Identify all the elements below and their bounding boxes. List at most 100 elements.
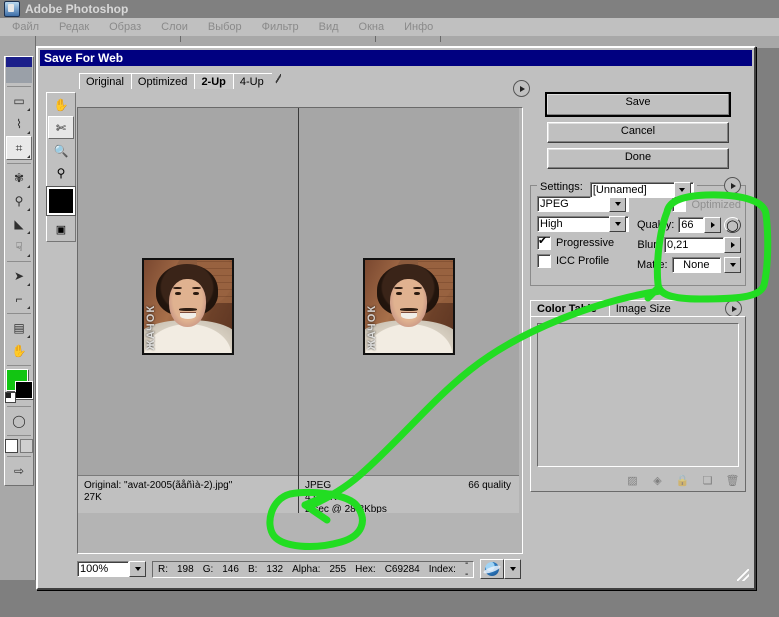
blur-slider-button[interactable] bbox=[724, 237, 741, 253]
eraser-tool[interactable]: ◣ bbox=[7, 213, 31, 235]
tab-image-size[interactable]: Image Size bbox=[608, 300, 690, 317]
tab-4up[interactable]: 4-Up bbox=[232, 73, 281, 90]
save-for-web-dialog: Save For Web Original Optimized 2-Up 4-U… bbox=[36, 46, 756, 590]
right-controls: Save Cancel Done Settings: [Unnamed] JPE… bbox=[530, 92, 746, 492]
marquee-tool[interactable]: ▭ bbox=[7, 90, 31, 112]
menu-item-file[interactable]: Файл bbox=[0, 21, 49, 33]
menu-bar: Файл Редак Образ Слои Выбор Фильтр Вид О… bbox=[0, 18, 779, 36]
clone-stamp-tool[interactable]: ⚲ bbox=[7, 190, 31, 212]
readout-r-label: R: bbox=[158, 563, 168, 575]
format-dropdown[interactable] bbox=[609, 196, 626, 212]
optimized-quality-note: 66 quality bbox=[468, 480, 511, 491]
optimized-info: JPEG 4,016K 2 sec @ 28.8Kbps 66 quality bbox=[299, 475, 519, 513]
slice-select-tool[interactable]: ✄ bbox=[48, 116, 74, 139]
done-button[interactable]: Done bbox=[547, 148, 729, 169]
preview-flyout-menu-button[interactable] bbox=[513, 80, 530, 97]
tab-optimized[interactable]: Optimized bbox=[130, 73, 205, 90]
screen-mode-full-icon[interactable] bbox=[20, 439, 33, 453]
menu-item-filter[interactable]: Фильтр bbox=[252, 21, 309, 33]
menu-item-window[interactable]: Окна bbox=[349, 21, 395, 33]
blur-tool[interactable]: ☟ bbox=[7, 236, 31, 258]
new-color-icon[interactable]: ❏ bbox=[701, 474, 714, 487]
healing-brush-tool[interactable]: ✾ bbox=[7, 167, 31, 189]
hand-tool[interactable]: ✋ bbox=[49, 94, 73, 115]
web-snap-icon[interactable]: ◈ bbox=[651, 474, 664, 487]
toggle-slices-icon[interactable]: ▣ bbox=[49, 219, 73, 239]
screen-mode-group[interactable] bbox=[5, 439, 33, 453]
color-readout: R: 198 G: 146 B: 132 Alpha: 255 Hex: C69… bbox=[152, 558, 475, 580]
menu-item-edit[interactable]: Редак bbox=[49, 21, 99, 33]
optimized-label: Optimized bbox=[691, 198, 741, 211]
readout-g-label: G: bbox=[202, 563, 214, 575]
tab-original[interactable]: Original bbox=[79, 73, 141, 90]
tab-2up[interactable]: 2-Up bbox=[194, 73, 243, 90]
photoshop-titlebar: Adobe Photoshop bbox=[0, 0, 779, 18]
pane-optimized[interactable]: ЖАЧОК JPEG 4,016K 2 sec @ 28.8Kbps 66 qu… bbox=[299, 108, 519, 513]
color-table-swatch-well[interactable] bbox=[537, 323, 739, 467]
quality-preset-dropdown[interactable] bbox=[609, 216, 626, 232]
menu-item-select[interactable]: Выбор bbox=[198, 21, 252, 33]
cancel-button[interactable]: Cancel bbox=[547, 122, 729, 143]
lasso-tool[interactable]: ⌇ bbox=[7, 113, 31, 135]
hand-tool[interactable]: ✋ bbox=[7, 340, 31, 362]
quality-mask-icon[interactable]: ◯ bbox=[724, 217, 741, 233]
resize-grip[interactable] bbox=[737, 569, 749, 581]
readout-hex-label: Hex: bbox=[355, 563, 376, 575]
settings-group: Settings: [Unnamed] JPEG High ✔ Progress… bbox=[530, 177, 746, 286]
path-selection-tool[interactable]: ➤ bbox=[7, 265, 31, 287]
icc-profile-checkbox[interactable] bbox=[537, 254, 551, 268]
menu-item-layers[interactable]: Слои bbox=[151, 21, 198, 33]
toolbox-inner: ▭ ⌇ ⌗ ✾ ⚲ ◣ ☟ ➤ ⌐ ▤ ✋ ◯ ⇨ bbox=[4, 56, 34, 486]
settings-legend: Settings: [Unnamed] bbox=[537, 179, 697, 198]
color-table-body: ▨ ◈ 🔒 ❏ 🗑 bbox=[530, 316, 746, 492]
menu-item-view[interactable]: Вид bbox=[309, 21, 349, 33]
color-table-flyout-menu-button[interactable] bbox=[725, 300, 742, 317]
photo-overlay-text: ЖАЧОК bbox=[366, 304, 378, 350]
dialog-status-bar: 100% R: 198 G: 146 B: 132 Alpha: 255 Hex… bbox=[77, 558, 522, 580]
tab-original-label: Original bbox=[86, 75, 124, 88]
pane-original[interactable]: ЖАЧОК Original: "avat-2005(ãåñìà-2).jpg"… bbox=[78, 108, 299, 513]
quality-slider-button[interactable] bbox=[704, 217, 721, 233]
quality-value[interactable]: 66 bbox=[681, 219, 701, 231]
save-button[interactable]: Save bbox=[545, 92, 731, 117]
blur-value[interactable]: 0,21 bbox=[667, 239, 721, 251]
readout-alpha-value: 255 bbox=[329, 563, 347, 575]
default-colors-icon[interactable] bbox=[5, 392, 16, 403]
trash-icon[interactable]: 🗑 bbox=[726, 474, 740, 487]
lock-icon[interactable]: 🔒 bbox=[676, 474, 690, 487]
toolbox-panel: ▭ ⌇ ⌗ ✾ ⚲ ◣ ☟ ➤ ⌐ ▤ ✋ ◯ ⇨ bbox=[0, 36, 36, 580]
readout-b-label: B: bbox=[247, 563, 258, 575]
transparency-icon[interactable]: ▨ bbox=[626, 474, 639, 487]
quick-mask-icon[interactable]: ◯ bbox=[7, 410, 31, 432]
background-color-swatch[interactable] bbox=[15, 381, 33, 399]
notes-tool[interactable]: ▤ bbox=[7, 317, 31, 339]
optimized-checkbox[interactable] bbox=[672, 197, 687, 212]
color-table-footer: ▨ ◈ 🔒 ❏ 🗑 bbox=[626, 474, 739, 487]
readout-g-value: 146 bbox=[222, 563, 239, 575]
preview-in-browser-control[interactable] bbox=[480, 559, 522, 579]
menu-item-image[interactable]: Образ bbox=[99, 21, 151, 33]
readout-r-value: 198 bbox=[177, 563, 194, 575]
settings-preset-dropdown[interactable] bbox=[673, 182, 691, 198]
browser-dropdown[interactable] bbox=[504, 559, 522, 579]
quality-preset-value: High bbox=[540, 218, 563, 230]
internet-explorer-icon[interactable] bbox=[480, 559, 505, 579]
screen-mode-standard-icon[interactable] bbox=[5, 439, 18, 453]
eyedropper-color-swatch[interactable] bbox=[47, 187, 75, 215]
zoom-control[interactable]: 100% bbox=[77, 561, 146, 577]
crop-tool[interactable]: ⌗ bbox=[6, 136, 32, 160]
progressive-checkbox[interactable] bbox=[537, 234, 551, 250]
icc-profile-label: ICC Profile bbox=[556, 255, 610, 267]
eyedropper-tool[interactable]: ⚲ bbox=[49, 162, 73, 183]
tab-color-table[interactable]: Color Table bbox=[530, 300, 616, 317]
zoom-tool[interactable]: 🔍 bbox=[49, 140, 73, 161]
progressive-label: Progressive bbox=[556, 237, 615, 249]
menu-item-info[interactable]: Инфо bbox=[394, 21, 443, 33]
zoom-dropdown[interactable] bbox=[129, 561, 146, 577]
color-swatches[interactable] bbox=[5, 369, 33, 403]
settings-flyout-menu-button[interactable] bbox=[724, 177, 741, 194]
readout-index-value: -- bbox=[464, 558, 469, 580]
pen-tool[interactable]: ⌐ bbox=[7, 288, 31, 310]
jump-to-imageready-icon[interactable]: ⇨ bbox=[7, 460, 31, 482]
matte-dropdown[interactable] bbox=[724, 257, 741, 273]
